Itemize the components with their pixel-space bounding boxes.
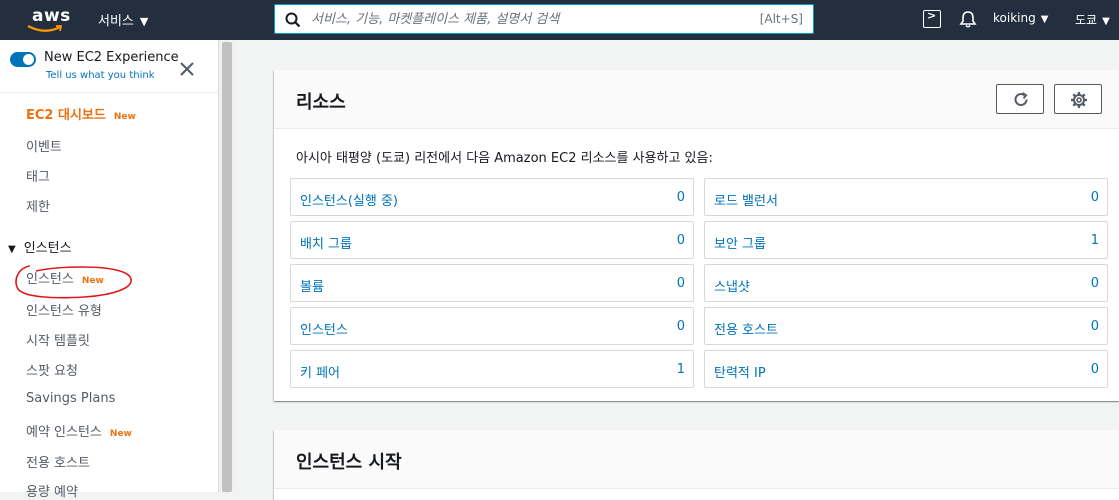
resource-card-load-balancers[interactable]: 로드 밸런서 0	[704, 178, 1108, 216]
refresh-icon	[1014, 92, 1028, 106]
resource-count: 0	[676, 190, 685, 205]
resource-card-key-pairs[interactable]: 키 페어 1	[290, 350, 694, 388]
services-label: 서비스	[98, 14, 134, 29]
chevron-down-icon: ▼	[1040, 14, 1049, 25]
sidebar-item-limits[interactable]: 제한	[26, 196, 50, 215]
resource-count: 0	[676, 276, 685, 291]
sidebar-item-label: Savings Plans	[26, 391, 116, 406]
annotation-circle	[15, 265, 132, 299]
resource-card-security-groups[interactable]: 보안 그룹 1	[704, 221, 1108, 259]
resource-card-dedicated-hosts[interactable]: 전용 호스트 0	[704, 307, 1108, 345]
resources-title: 리소스	[296, 92, 346, 113]
region-name: 도쿄	[1075, 13, 1098, 27]
aws-logo[interactable]: aws	[22, 6, 78, 34]
sidebar-item-label: 용량 예약	[26, 485, 78, 500]
sidebar-item-label: 전용 호스트	[26, 456, 90, 471]
sidebar-item-capacity-reservations[interactable]: 용량 예약	[26, 481, 78, 500]
resource-label: 키 페어	[300, 366, 341, 381]
sidebar-item-ec2-dashboard[interactable]: EC2 대시보드 New	[26, 104, 136, 123]
resource-card-running-instances[interactable]: 인스턴스(실행 중) 0	[290, 178, 694, 216]
bell-icon[interactable]	[958, 9, 978, 29]
resource-card-volumes[interactable]: 볼륨 0	[290, 264, 694, 302]
sidebar-item-savings-plans[interactable]: Savings Plans	[26, 391, 115, 406]
user-name: koiking	[993, 11, 1036, 25]
new-badge: New	[113, 112, 136, 122]
sidebar-item-label: EC2 대시보드	[26, 108, 106, 123]
sidebar-item-label: 예약 인스턴스	[26, 425, 102, 440]
sidebar-item-label: 이벤트	[26, 140, 62, 155]
chevron-down-icon: ▼	[1102, 16, 1110, 27]
sidebar-item-reserved-instances[interactable]: 예약 인스턴스 New	[26, 421, 132, 440]
resource-label: 인스턴스	[300, 323, 348, 338]
sidebar-item-spot-requests[interactable]: 스팟 요청	[26, 360, 78, 379]
resource-label: 전용 호스트	[714, 323, 778, 338]
aws-logo-text: aws	[32, 6, 71, 26]
sidebar-scrollbar[interactable]	[219, 40, 235, 492]
sidebar-divider	[0, 92, 219, 93]
close-icon[interactable]	[178, 60, 196, 78]
resources-panel: 리소스 아시아 태평양 (도쿄) 리전에서 다음 Amazon EC2 리소스를…	[274, 70, 1119, 401]
resource-card-elastic-ips[interactable]: 탄력적 IP 0	[704, 350, 1108, 388]
chevron-down-icon: ▼	[139, 15, 149, 28]
sidebar-item-label: 태그	[26, 170, 50, 185]
aws-smile-icon	[27, 25, 63, 32]
gear-icon	[1071, 92, 1087, 108]
user-menu[interactable]: koiking ▼	[993, 11, 1048, 25]
sidebar-item-tags[interactable]: 태그	[26, 166, 50, 185]
services-menu[interactable]: 서비스 ▼	[98, 10, 148, 29]
sidebar-item-dedicated-hosts[interactable]: 전용 호스트	[26, 452, 90, 471]
resource-count: 0	[676, 319, 685, 334]
resource-count: 0	[676, 233, 685, 248]
resource-label: 스냅샷	[714, 280, 750, 295]
search-box[interactable]: [Alt+S]	[274, 4, 814, 34]
feedback-link[interactable]: Tell us what you think	[46, 70, 155, 81]
resource-card-snapshots[interactable]: 스냅샷 0	[704, 264, 1108, 302]
scrollbar-thumb[interactable]	[222, 42, 232, 492]
new-badge: New	[109, 429, 132, 439]
search-input[interactable]	[311, 8, 741, 30]
sidebar-item-label: 시작 템플릿	[26, 334, 90, 349]
resource-label: 인스턴스(실행 중)	[300, 194, 398, 209]
resource-card-placement-groups[interactable]: 배치 그룹 0	[290, 221, 694, 259]
launch-instance-panel: 인스턴스 시작	[274, 430, 1119, 500]
resources-description: 아시아 태평양 (도쿄) 리전에서 다음 Amazon EC2 리소스를 사용하…	[296, 151, 713, 166]
search-icon	[285, 12, 301, 28]
launch-instance-title: 인스턴스 시작	[296, 452, 402, 473]
search-shortcut: [Alt+S]	[759, 12, 803, 26]
cloudshell-icon[interactable]: >	[923, 9, 941, 28]
resource-count: 0	[1090, 362, 1099, 377]
sidebar-section-instances[interactable]: ▼ 인스턴스	[8, 237, 72, 256]
region-menu[interactable]: 도쿄 ▼	[1075, 11, 1110, 28]
settings-button[interactable]	[1054, 84, 1102, 114]
resource-label: 로드 밸런서	[714, 194, 778, 209]
refresh-button[interactable]	[996, 84, 1044, 114]
sidebar-item-label: 스팟 요청	[26, 364, 78, 379]
resource-count: 0	[1090, 276, 1099, 291]
resource-label: 볼륨	[300, 280, 324, 295]
resources-header: 리소스	[274, 70, 1119, 129]
new-experience-toggle[interactable]	[10, 52, 36, 67]
sidebar-item-label: 제한	[26, 200, 50, 215]
section-title: 인스턴스	[23, 241, 72, 256]
new-experience-title: New EC2 Experience	[44, 50, 179, 65]
launch-instance-header: 인스턴스 시작	[274, 430, 1119, 489]
resource-count: 1	[676, 362, 685, 377]
caret-down-icon: ▼	[8, 244, 16, 255]
resource-label: 탄력적 IP	[714, 366, 766, 381]
sidebar-item-label: 인스턴스 유형	[26, 304, 102, 319]
resource-count: 1	[1090, 233, 1099, 248]
sidebar-item-events[interactable]: 이벤트	[26, 136, 62, 155]
resource-label: 보안 그룹	[714, 237, 766, 252]
resource-label: 배치 그룹	[300, 237, 352, 252]
top-navigation: aws 서비스 ▼ [Alt+S] > koiking ▼ 도쿄 ▼	[0, 0, 1119, 40]
resource-card-instances[interactable]: 인스턴스 0	[290, 307, 694, 345]
sidebar-item-instance-types[interactable]: 인스턴스 유형	[26, 300, 102, 319]
resource-count: 0	[1090, 190, 1099, 205]
resource-count: 0	[1090, 319, 1099, 334]
sidebar-item-launch-templates[interactable]: 시작 템플릿	[26, 330, 90, 349]
